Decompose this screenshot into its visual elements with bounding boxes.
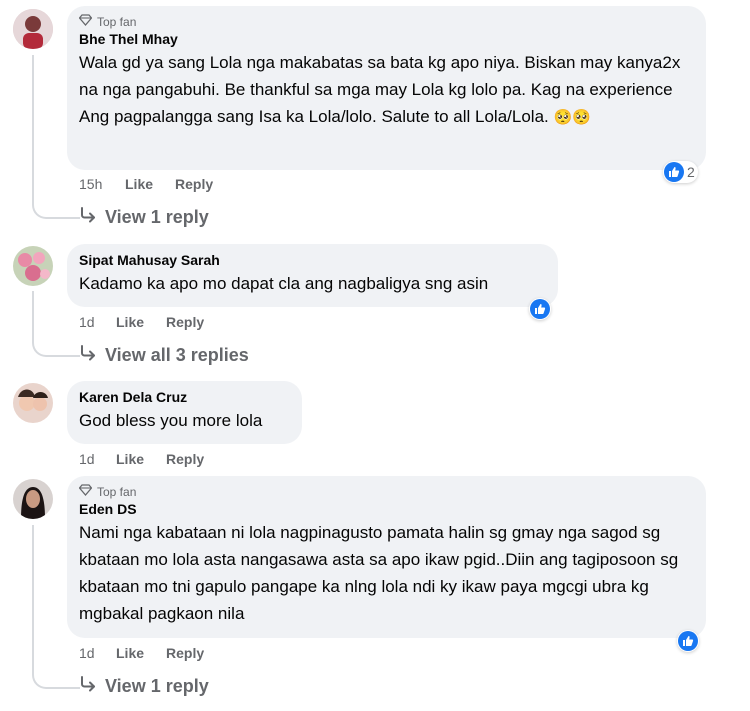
comment-author[interactable]: Sipat Mahusay Sarah xyxy=(79,252,546,268)
comment-actions: 15h Like Reply xyxy=(79,176,213,192)
like-reaction-icon xyxy=(664,162,684,182)
comment-author[interactable]: Bhe Thel Mhay xyxy=(79,31,694,47)
comment-text: Nami nga kabataan ni lola nagpinagusto p… xyxy=(79,523,679,623)
diamond-icon xyxy=(78,14,93,29)
comment-bubble: Top fan Eden DS Nami nga kabataan ni lol… xyxy=(67,476,706,638)
like-button[interactable]: Like xyxy=(116,645,166,661)
like-button[interactable]: Like xyxy=(116,451,166,467)
reaction-count[interactable] xyxy=(529,298,551,320)
like-button[interactable]: Like xyxy=(116,314,166,330)
comment-text: Wala gd ya sang Lola nga makabatas sa ba… xyxy=(79,53,681,126)
reply-button[interactable]: Reply xyxy=(175,176,213,192)
top-fan-badge: Top fan xyxy=(78,14,694,29)
diamond-icon xyxy=(78,484,93,499)
comment-text: Kadamo ka apo mo dapat cla ang nagbaligy… xyxy=(79,274,489,293)
comment-bubble: Sipat Mahusay Sarah Kadamo ka apo mo dap… xyxy=(67,244,558,307)
comment-bubble: Top fan Bhe Thel Mhay Wala gd ya sang Lo… xyxy=(67,6,706,170)
reply-arrow-icon xyxy=(79,345,97,366)
avatar[interactable] xyxy=(13,479,53,519)
top-fan-badge: Top fan xyxy=(78,484,694,499)
like-button[interactable]: Like xyxy=(125,176,175,192)
avatar[interactable] xyxy=(13,246,53,286)
view-replies-button[interactable]: View 1 reply xyxy=(79,207,209,228)
timestamp[interactable]: 1d xyxy=(79,314,116,330)
comment-author[interactable]: Karen Dela Cruz xyxy=(79,389,290,405)
comment-text: God bless you more lola xyxy=(79,411,263,430)
timestamp[interactable]: 1d xyxy=(79,451,116,467)
avatar[interactable] xyxy=(13,383,53,423)
reply-arrow-icon xyxy=(79,207,97,228)
comment-actions: 1d Like Reply xyxy=(79,314,204,330)
reply-button[interactable]: Reply xyxy=(166,451,204,467)
reply-button[interactable]: Reply xyxy=(166,645,204,661)
like-reaction-icon xyxy=(678,631,698,651)
comment-actions: 1d Like Reply xyxy=(79,645,204,661)
reaction-count[interactable]: 2 xyxy=(663,161,698,183)
comment-author[interactable]: Eden DS xyxy=(79,501,694,517)
reply-button[interactable]: Reply xyxy=(166,314,204,330)
pleading-face-emoji: 🥺🥺 xyxy=(553,109,591,126)
view-replies-button[interactable]: View all 3 replies xyxy=(79,345,249,366)
timestamp[interactable]: 1d xyxy=(79,645,116,661)
reply-arrow-icon xyxy=(79,676,97,697)
like-reaction-icon xyxy=(530,299,550,319)
reaction-count[interactable] xyxy=(677,630,699,652)
timestamp[interactable]: 15h xyxy=(79,176,125,192)
comment-bubble: Karen Dela Cruz God bless you more lola xyxy=(67,381,302,444)
comment-actions: 1d Like Reply xyxy=(79,451,204,467)
avatar[interactable] xyxy=(13,9,53,49)
view-replies-button[interactable]: View 1 reply xyxy=(79,676,209,697)
